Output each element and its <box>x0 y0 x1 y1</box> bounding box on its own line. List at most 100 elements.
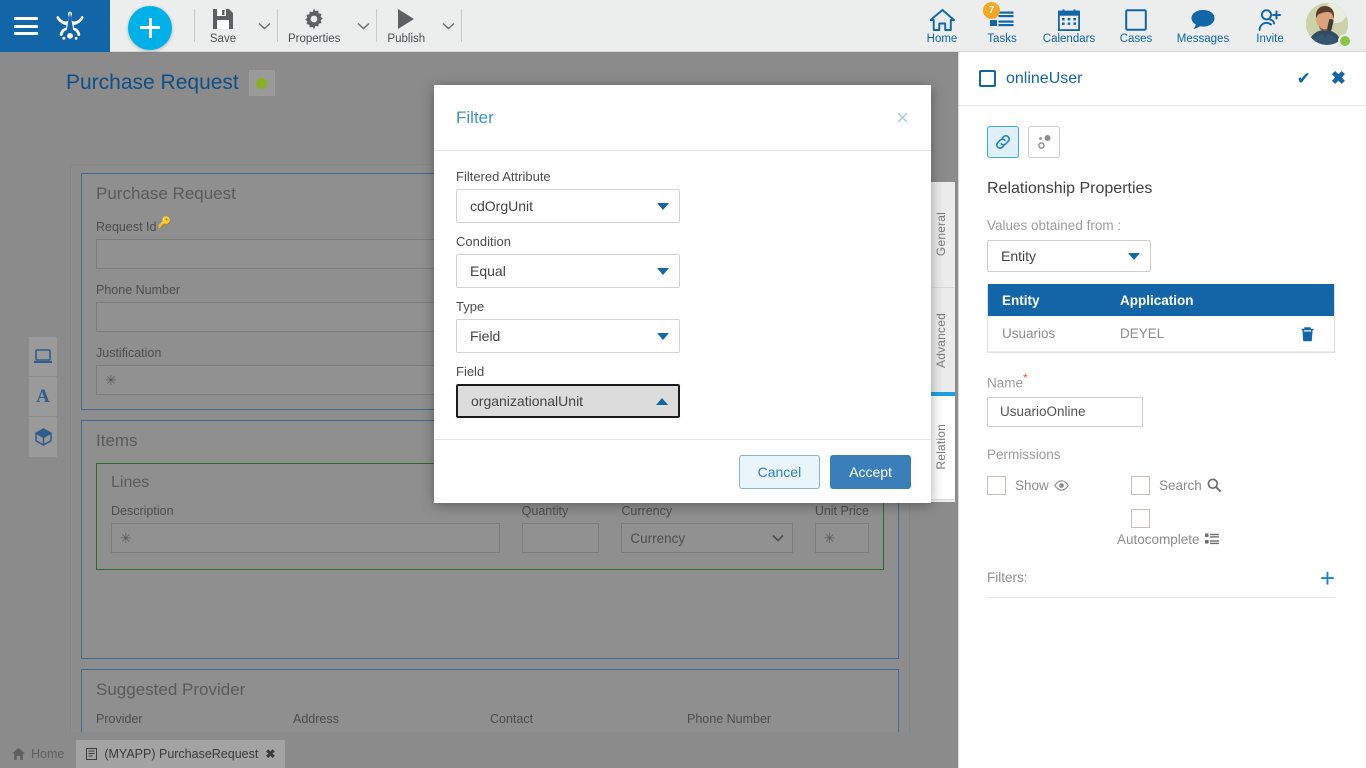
nav-calendars[interactable]: Calendars <box>1032 0 1106 52</box>
nav-cases[interactable]: Cases <box>1106 0 1166 52</box>
check-icon[interactable]: ✔ <box>1297 69 1311 89</box>
search-icon <box>1207 478 1221 492</box>
field-label: Request Id <box>96 220 157 235</box>
save-floppy-icon <box>212 7 234 31</box>
nav-invite[interactable]: Invite <box>1240 0 1300 52</box>
nav-tasks[interactable]: 7 Tasks <box>972 0 1032 52</box>
chevron-down-icon <box>657 267 669 275</box>
properties-dropdown-chevron-down-icon[interactable] <box>350 0 376 52</box>
plus-icon[interactable]: + <box>1320 564 1335 590</box>
speech-bubble-icon <box>1191 7 1215 32</box>
section-suggested-provider[interactable]: Suggested Provider Provider Address Cont… <box>81 669 899 732</box>
save-label: Save <box>209 33 237 45</box>
widget-palette: A <box>28 336 58 458</box>
column-header: Provider <box>96 712 143 727</box>
field-label: Field <box>456 364 485 379</box>
close-icon[interactable]: ✖ <box>1331 68 1346 89</box>
chevron-down-icon <box>772 535 784 542</box>
nav-tasks-label: Tasks <box>987 33 1017 45</box>
search-label: Search <box>1159 477 1202 493</box>
name-field[interactable]: UsuarioOnline <box>987 396 1143 427</box>
type-select[interactable]: Field <box>456 319 680 353</box>
field-input[interactable]: ✳ <box>111 523 500 554</box>
nav-messages[interactable]: Messages <box>1166 0 1240 52</box>
save-dropdown-chevron-down-icon[interactable] <box>251 0 277 52</box>
filter-dialog-body: Filtered Attribute cdOrgUnit Condition E… <box>434 151 931 439</box>
entity-table: Entity Application Usuarios DEYEL <box>987 284 1335 353</box>
close-icon[interactable]: ✖ <box>265 747 275 761</box>
field-quantity[interactable]: Quantity <box>521 504 600 554</box>
type-label: Type <box>456 299 485 314</box>
screen-laptop-icon[interactable] <box>29 337 57 377</box>
column-header: Address <box>293 712 339 727</box>
cube-3d-icon[interactable] <box>29 417 57 457</box>
field-input[interactable]: ✳ <box>814 523 869 554</box>
taskbar-home-button[interactable]: Home <box>0 740 76 768</box>
field-input[interactable] <box>96 239 479 270</box>
add-new-button[interactable] <box>128 5 172 50</box>
field-select[interactable]: organizationalUnit <box>455 383 681 419</box>
field-unit-price[interactable]: Unit Price ✳ <box>814 504 869 554</box>
avatar[interactable] <box>1306 3 1352 49</box>
field-request-id[interactable]: Request Id🔑 <box>96 216 479 270</box>
chevron-down-icon <box>657 332 669 340</box>
list-icon <box>1204 533 1219 545</box>
square-case-icon <box>1125 7 1147 32</box>
hamburger-icon[interactable] <box>14 17 38 35</box>
nav-cases-label: Cases <box>1119 33 1153 45</box>
condition-select[interactable]: Equal <box>456 254 680 288</box>
values-obtained-from-label: Values obtained from : <box>987 218 1122 233</box>
field-select[interactable]: Currency <box>621 523 793 554</box>
filtered-attribute-value: cdOrgUnit <box>470 198 534 214</box>
nav-home[interactable]: Home <box>912 0 972 52</box>
field-currency[interactable]: Currency Currency <box>621 504 793 554</box>
eye-icon <box>1053 479 1069 491</box>
search-checkbox[interactable] <box>1131 475 1150 495</box>
accept-button[interactable]: Accept <box>830 454 911 489</box>
tasks-badge: 7 <box>983 2 1000 19</box>
autocomplete-checkbox[interactable] <box>1131 508 1150 528</box>
frog-logo-icon[interactable] <box>52 8 88 44</box>
trash-icon[interactable] <box>1280 326 1334 342</box>
permission-search[interactable]: Search <box>1131 475 1275 495</box>
calendar-icon <box>1058 7 1080 32</box>
field-input[interactable] <box>521 523 600 554</box>
relationship-properties-panel: onlineUser ✔ ✖ Relationship Properties V… <box>958 52 1366 768</box>
text-letter-a-icon[interactable]: A <box>29 377 57 417</box>
values-obtained-from-select[interactable]: Entity <box>987 240 1151 272</box>
presence-online-dot-icon <box>1338 34 1352 48</box>
publish-button[interactable]: Publish <box>377 0 435 52</box>
filtered-attribute-select[interactable]: cdOrgUnit <box>456 189 680 223</box>
properties-button[interactable]: Properties <box>278 0 350 52</box>
filter-dialog-footer: Cancel Accept <box>434 439 931 503</box>
publish-dropdown-chevron-down-icon[interactable] <box>435 0 461 52</box>
nav-invite-label: Invite <box>1256 33 1284 45</box>
chevron-down-icon <box>657 202 669 210</box>
relationship-nodes-icon[interactable] <box>1028 126 1060 158</box>
bottom-taskbar: Home (MYAPP) PurchaseRequest ✖ <box>0 732 958 768</box>
save-button[interactable]: Save <box>195 0 251 52</box>
page-title: Purchase Request <box>66 70 275 96</box>
field-input[interactable] <box>96 302 479 333</box>
column-header: Contact <box>490 712 534 727</box>
cancel-button[interactable]: Cancel <box>738 454 821 489</box>
onlineuser-checkbox[interactable] <box>979 70 996 87</box>
field-phone-number[interactable]: Phone Number <box>96 283 479 333</box>
home-small-icon <box>12 748 25 760</box>
taskbar-tab-purchaserequest[interactable]: (MYAPP) PurchaseRequest ✖ <box>76 740 286 768</box>
permission-show[interactable]: Show <box>987 475 1131 495</box>
close-icon[interactable]: × <box>896 106 909 129</box>
permission-autocomplete[interactable]: Autocomplete <box>1117 508 1275 547</box>
field-description[interactable]: Description ✳ <box>111 504 500 554</box>
link-chain-icon[interactable] <box>987 126 1019 158</box>
field-select-value: Currency <box>630 530 686 546</box>
condition-value: Equal <box>470 263 506 279</box>
table-row[interactable]: Usuarios DEYEL <box>988 316 1334 352</box>
provider-column-headers: Provider Address Contact Phone Number <box>96 712 884 726</box>
permissions-label: Permissions <box>987 446 1061 462</box>
properties-label: Properties <box>288 33 341 45</box>
green-dot-icon <box>256 77 268 89</box>
filter-dialog: Filter × Filtered Attribute cdOrgUnit Co… <box>434 85 931 503</box>
show-checkbox[interactable] <box>987 475 1006 495</box>
panel-title: onlineUser <box>1006 69 1083 87</box>
